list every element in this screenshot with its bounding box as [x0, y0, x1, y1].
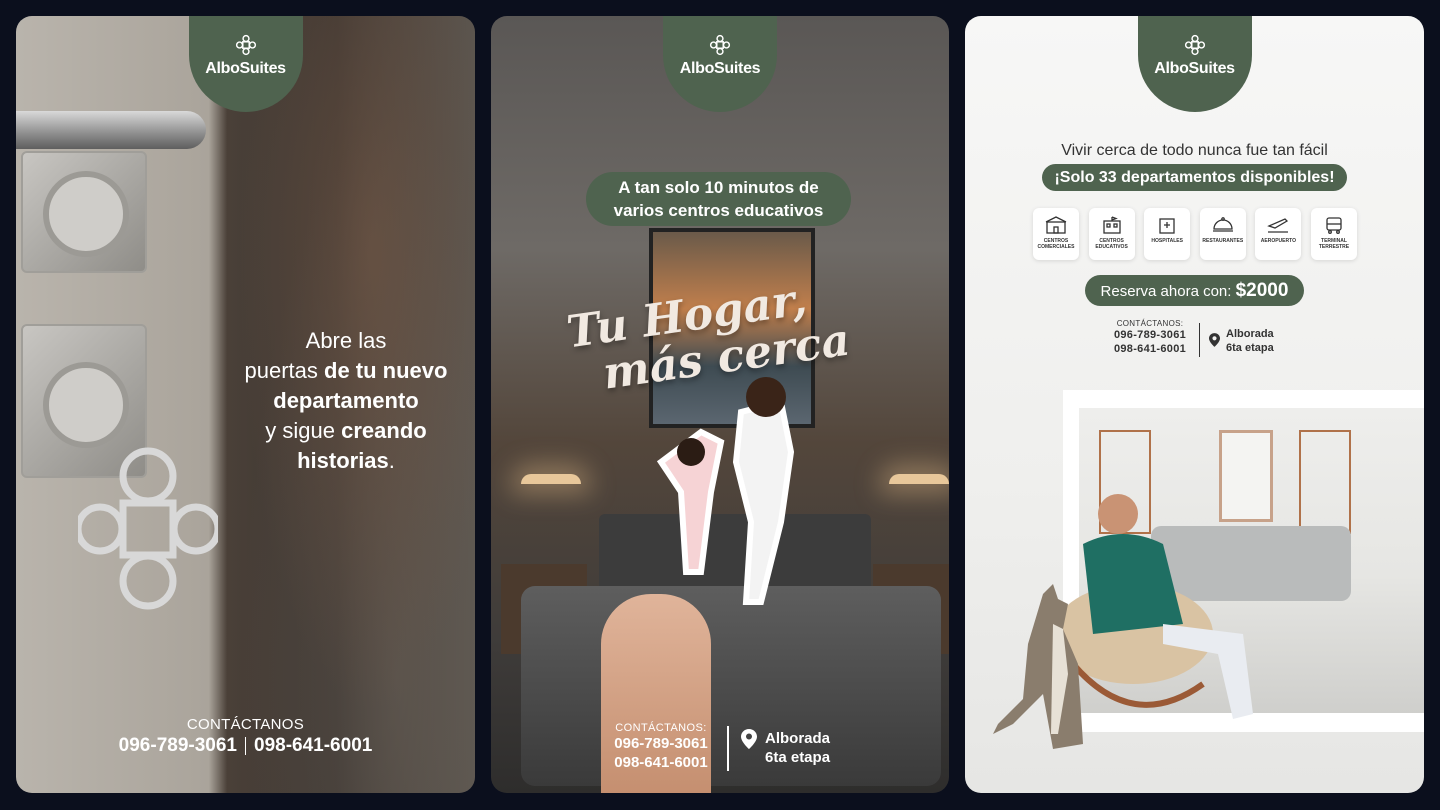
reserve-label: Reserva ahora con: — [1100, 283, 1236, 300]
brand-flower-icon — [1184, 34, 1206, 56]
contact-divider — [727, 726, 729, 771]
girls-dancing-image — [656, 377, 795, 605]
school-icon — [1102, 216, 1121, 234]
phone-number-1: 096-789-3061 — [1113, 329, 1187, 341]
brand-flower-icon — [235, 34, 257, 56]
location-pin-icon — [1209, 333, 1220, 347]
brand-logo-tab: AlboSuites — [663, 16, 777, 112]
location-line-2: 6ta etapa — [1226, 342, 1274, 354]
bus-terminal-icon — [1326, 217, 1342, 234]
amenity-shopping: CENTROS COMERCIALES — [1033, 208, 1079, 260]
script-headline: Tu Hogar, más cerca — [564, 266, 894, 402]
ad-card-open-doors: AlboSuites Abre las puertas de tu nuevo … — [16, 16, 475, 793]
contact-block: CONTÁCTANOS: 096-789-3061 098-641-6001 — [1105, 319, 1195, 356]
phone-separator — [245, 736, 246, 755]
brand-flower-icon — [709, 34, 731, 56]
location-pin-icon — [741, 729, 757, 749]
phone-number-2: 098-641-6001 — [614, 754, 708, 771]
lamp-left-image — [521, 474, 581, 484]
brand-name: AlboSuites — [205, 60, 286, 77]
phone-number-2: 098-641-6001 — [1113, 343, 1187, 355]
dog-image — [993, 584, 1083, 749]
location-block: Alborada 6ta etapa — [741, 729, 830, 767]
headline-line-5b: . — [388, 448, 395, 473]
location-block: Alborada 6ta etapa — [1209, 327, 1274, 355]
contact-divider — [1199, 323, 1200, 357]
headline-line-5a: historias — [297, 448, 389, 473]
shopping-mall-icon — [1045, 216, 1067, 234]
headline-line-3: departamento — [273, 388, 419, 413]
availability-pill: ¡Solo 33 departamentos disponibles! — [1042, 164, 1347, 191]
headline-line-2a: puertas — [244, 358, 325, 383]
ad-card-closer-home: AlboSuites A tan solo 10 minutos de vari… — [491, 16, 949, 793]
amenity-restaurants: RESTAURANTES — [1199, 208, 1246, 260]
contact-block: CONTÁCTANOS: 096-789-3061 098-641-6001 — [601, 722, 721, 772]
contact-label: CONTÁCTANOS: — [1116, 319, 1184, 328]
headline: Abre las puertas de tu nuevo departament… — [216, 326, 475, 476]
amenity-label: CENTROS EDUCATIVOS — [1095, 238, 1128, 250]
amenity-label: AEROPUERTO — [1260, 238, 1296, 244]
amenity-label: RESTAURANTES — [1202, 238, 1244, 244]
amenity-label: CENTROS COMERCIALES — [1037, 238, 1075, 250]
shelf-right — [1299, 430, 1351, 534]
amenity-hospitals: HOSPITALES — [1144, 208, 1191, 260]
keychain-logo-image — [78, 447, 218, 610]
amenity-label: TERMINAL TERRESTRE — [1318, 238, 1350, 250]
door-plate-top — [21, 151, 147, 273]
bed-image — [521, 586, 941, 786]
door-handle-image — [16, 111, 206, 149]
contact-label: CONTÁCTANOS — [186, 716, 305, 733]
amenity-label: HOSPITALES — [1151, 238, 1183, 244]
headline-line-1: Abre las — [305, 328, 387, 353]
reserve-price: $2000 — [1235, 280, 1289, 301]
headline-line-2b: de tu nuevo — [324, 358, 448, 383]
headline-line-4b: creando — [341, 418, 427, 443]
headline-line-4a: y sigue — [265, 418, 342, 443]
airport-icon — [1267, 218, 1289, 233]
location-line-2: 6ta etapa — [765, 749, 831, 766]
location-line-1: Alborada — [1226, 328, 1274, 340]
phone-number-1: 096-789-3061 — [614, 735, 708, 752]
brand-name: AlboSuites — [679, 60, 761, 77]
amenities-row: CENTROS COMERCIALES CENTROS EDUCATIVOS H… — [1033, 208, 1357, 260]
distance-pill-line-2: varios centros educativos — [613, 201, 824, 220]
contact-block: CONTÁCTANOS 096-789-3061 098-641-6001 — [104, 716, 387, 757]
amenity-airport: AEROPUERTO — [1255, 208, 1302, 260]
amenity-bus-terminal: TERMINAL TERRESTRE — [1310, 208, 1357, 260]
lamp-right-image — [889, 474, 949, 484]
amenity-schools: CENTROS EDUCATIVOS — [1088, 208, 1135, 260]
tagline: Vivir cerca de todo nunca fue tan fácil — [1061, 142, 1328, 159]
hospital-icon — [1159, 218, 1175, 234]
distance-pill: A tan solo 10 minutos de varios centros … — [586, 172, 851, 226]
restaurant-icon — [1212, 217, 1233, 232]
ad-card-near-everything: AlboSuites Vivir cerca de todo nunca fue… — [965, 16, 1424, 793]
distance-pill-line-1: A tan solo 10 minutos de — [618, 178, 819, 197]
phone-number-1: 096-789-3061 — [118, 735, 237, 756]
contact-label: CONTÁCTANOS: — [615, 722, 707, 734]
brand-name: AlboSuites — [1154, 60, 1235, 77]
reserve-pill: Reserva ahora con: $2000 — [1085, 275, 1304, 306]
brand-logo-tab: AlboSuites — [1137, 16, 1252, 112]
location-line-1: Alborada — [765, 730, 831, 747]
phone-number-2: 098-641-6001 — [254, 735, 373, 756]
